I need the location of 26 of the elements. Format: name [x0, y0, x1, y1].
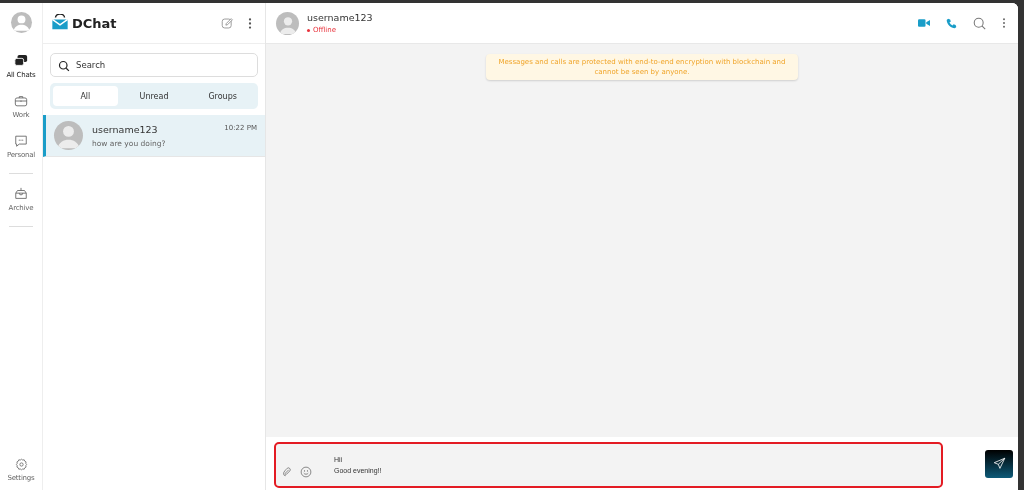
app-name: DChat	[72, 15, 117, 31]
search-field[interactable]: Search	[50, 53, 258, 77]
contact-avatar	[54, 121, 83, 150]
chat-bubbles-icon	[14, 54, 28, 68]
archive-icon	[14, 187, 28, 201]
phone-icon[interactable]	[946, 17, 957, 29]
logo-icon	[51, 14, 69, 32]
contact-avatar	[276, 11, 299, 35]
filter-tab[interactable]: All	[53, 86, 118, 106]
more-icon[interactable]	[248, 16, 252, 30]
profile-avatar[interactable]	[10, 12, 32, 33]
attachment-icon[interactable]	[282, 465, 294, 478]
send-button[interactable]	[985, 449, 1013, 478]
emoji-icon[interactable]	[300, 465, 312, 478]
contact-name: username123	[92, 123, 158, 135]
send-icon	[992, 457, 1006, 470]
message-icon	[14, 134, 28, 148]
contact-name: username123	[307, 12, 374, 23]
filter-tab[interactable]: Groups	[190, 86, 255, 106]
filter-tab[interactable]: Unread	[121, 86, 187, 106]
briefcase-icon	[14, 94, 28, 108]
settings-icon	[14, 458, 28, 471]
search-icon[interactable]	[973, 16, 986, 30]
more-icon[interactable]	[1002, 17, 1006, 29]
video-call-icon[interactable]	[918, 18, 930, 28]
compose-icon[interactable]	[221, 16, 234, 30]
